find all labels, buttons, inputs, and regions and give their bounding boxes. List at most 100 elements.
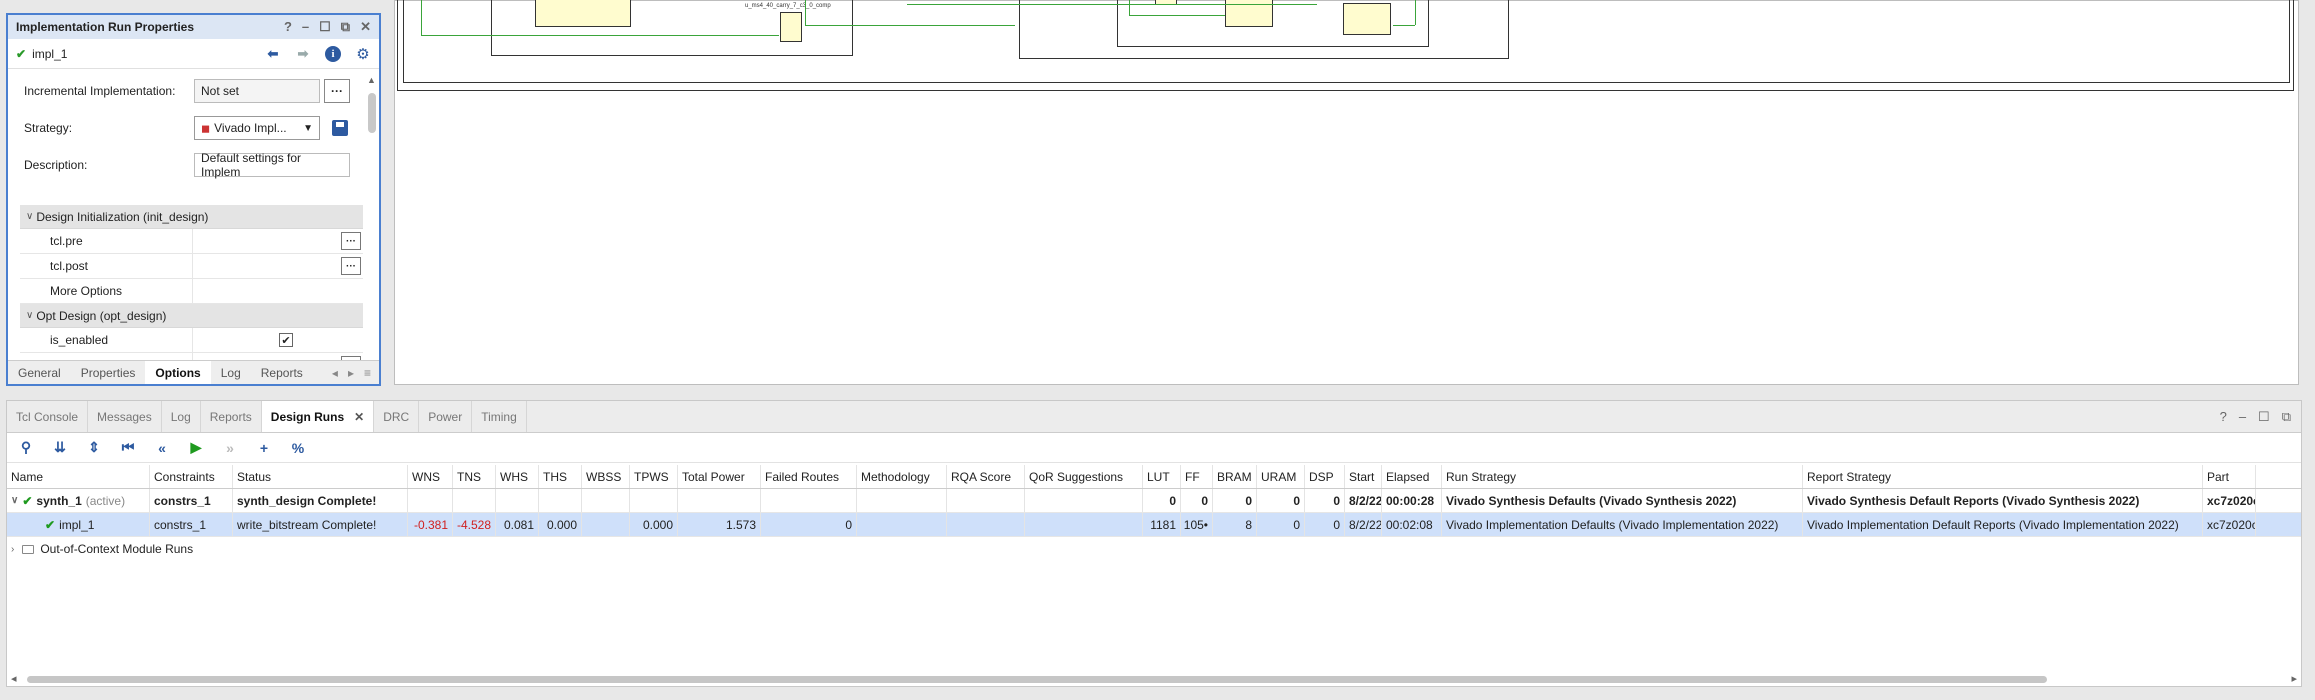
scroll-left-icon[interactable]: ◂ [11,672,17,685]
next-icon[interactable]: » [221,440,239,456]
column-header[interactable]: QoR Suggestions [1025,465,1143,488]
save-icon[interactable] [332,120,348,136]
percent-icon[interactable]: % [289,440,307,456]
expand-all-icon[interactable]: ⇕ [85,439,103,456]
forward-arrow-icon[interactable]: ➡ [295,46,311,62]
close-tab-icon[interactable]: ✕ [354,410,364,424]
column-header[interactable]: Run Strategy [1442,465,1803,488]
float-icon[interactable]: ⧉ [2282,409,2291,425]
column-header[interactable]: Part [2203,465,2256,488]
option-row-is-enabled[interactable]: is_enabled ✔ [20,328,363,353]
column-header[interactable]: BRAM [1213,465,1257,488]
column-header[interactable]: URAM [1257,465,1305,488]
incremental-field[interactable]: Not set [194,79,320,103]
tab-reports[interactable]: Reports [201,401,262,432]
column-header[interactable]: Start [1345,465,1382,488]
tab-options[interactable]: Options [145,361,211,384]
tab-design-runs[interactable]: Design Runs ✕ [261,401,375,432]
chevron-down-icon[interactable]: ∨ [11,495,18,506]
table-row-ooc[interactable]: › Out-of-Context Module Runs [7,537,2301,561]
column-header[interactable]: TNS [453,465,496,488]
section-init-design[interactable]: ∨ Design Initialization (init_design) [20,205,363,229]
column-header[interactable]: RQA Score [947,465,1025,488]
maximize-icon[interactable]: ☐ [319,19,331,35]
methodology-cell [857,489,947,512]
dsp-cell: 0 [1305,513,1345,536]
horizontal-scrollbar[interactable]: ◂ ▸ [7,672,2301,686]
tab-properties[interactable]: Properties [71,361,146,384]
option-row-tcl-post[interactable]: tcl.post ··· [20,254,363,279]
incremental-browse-button[interactable]: ··· [324,79,350,103]
scroll-thumb[interactable] [368,93,376,133]
strategy-select[interactable]: ◼ Vivado Impl... ▼ [194,116,320,140]
browse-button[interactable]: ··· [341,257,361,275]
column-header[interactable]: Constraints [150,465,233,488]
schematic-cell[interactable] [535,0,631,27]
column-header[interactable]: FF [1181,465,1213,488]
tab-tcl-console[interactable]: Tcl Console [7,401,89,432]
column-header[interactable]: Methodology [857,465,947,488]
first-icon[interactable]: ⏮ [119,439,137,456]
column-header[interactable]: WNS [408,465,453,488]
description-field[interactable]: Default settings for Implem [194,151,350,179]
tab-reports[interactable]: Reports [251,361,313,384]
minimize-icon[interactable]: – [2239,409,2246,425]
chevron-right-icon[interactable]: › [11,544,14,555]
tab-log[interactable]: Log [162,401,201,432]
option-row-tcl-pre[interactable]: tcl.pre ··· [20,229,363,254]
tab-log[interactable]: Log [211,361,251,384]
help-icon[interactable]: ? [2220,409,2227,425]
column-header[interactable]: Elapsed [1382,465,1442,488]
section-opt-design[interactable]: ∨ Opt Design (opt_design) [20,304,363,328]
wire [1415,0,1416,25]
option-row-more-options[interactable]: More Options [20,279,363,304]
scroll-thumb[interactable] [27,676,2047,683]
schematic-cell-carry[interactable] [780,12,802,42]
tab-timing[interactable]: Timing [472,401,527,432]
maximize-icon[interactable]: ☐ [2258,409,2270,425]
back-arrow-icon[interactable]: ⬅ [265,46,281,62]
float-icon[interactable]: ⧉ [341,19,350,35]
properties-tabs: General Properties Options Log Reports ◂… [8,360,379,384]
tab-scroll-right-icon[interactable]: ▸ [348,366,354,380]
add-run-icon[interactable]: + [255,440,273,456]
wire [421,35,779,36]
column-header[interactable]: Status [233,465,408,488]
schematic-cell[interactable] [1343,3,1391,35]
column-header[interactable]: LUT [1143,465,1181,488]
tab-menu-icon[interactable]: ≡ [364,366,371,380]
tab-scroll-left-icon[interactable]: ◂ [332,366,338,380]
column-header[interactable]: WHS [496,465,539,488]
info-icon[interactable]: i [325,45,341,62]
search-icon[interactable]: ⚲ [17,439,35,456]
launch-run-icon[interactable]: ▶ [187,439,205,456]
vertical-scrollbar[interactable]: ▲ ▼ [367,75,377,370]
tab-messages[interactable]: Messages [88,401,162,432]
tab-drc[interactable]: DRC [374,401,420,432]
description-label: Description: [24,158,88,172]
column-header[interactable]: THS [539,465,582,488]
column-header[interactable]: Report Strategy [1803,465,2203,488]
table-row-impl-1[interactable]: ✔ impl_1 constrs_1 write_bitstream Compl… [7,513,2301,537]
previous-icon[interactable]: « [153,440,171,456]
column-header[interactable]: Failed Routes [761,465,857,488]
table-row-synth-1[interactable]: ∨ ✔ synth_1 (active) constrs_1 synth_des… [7,489,2301,513]
browse-button[interactable]: ··· [341,232,361,250]
scroll-right-icon[interactable]: ▸ [2291,672,2297,685]
close-icon[interactable]: ✕ [360,19,371,35]
help-icon[interactable]: ? [284,19,292,35]
is-enabled-checkbox[interactable]: ✔ [279,333,293,347]
column-header[interactable]: Name [7,465,150,488]
scroll-up-icon[interactable]: ▲ [367,75,376,85]
tab-power[interactable]: Power [419,401,473,432]
schematic-view[interactable]: u_ms4_40_carry_7_c3_0_comp [394,0,2299,385]
column-header[interactable]: TPWS [630,465,678,488]
minimize-icon[interactable]: – [302,19,309,35]
column-header[interactable]: DSP [1305,465,1345,488]
column-header[interactable]: Total Power [678,465,761,488]
collapse-all-icon[interactable]: ⇊ [51,439,69,456]
gear-icon[interactable]: ⚙ [355,46,371,63]
ths-cell [539,489,582,512]
column-header[interactable]: WBSS [582,465,630,488]
tab-general[interactable]: General [8,361,71,384]
